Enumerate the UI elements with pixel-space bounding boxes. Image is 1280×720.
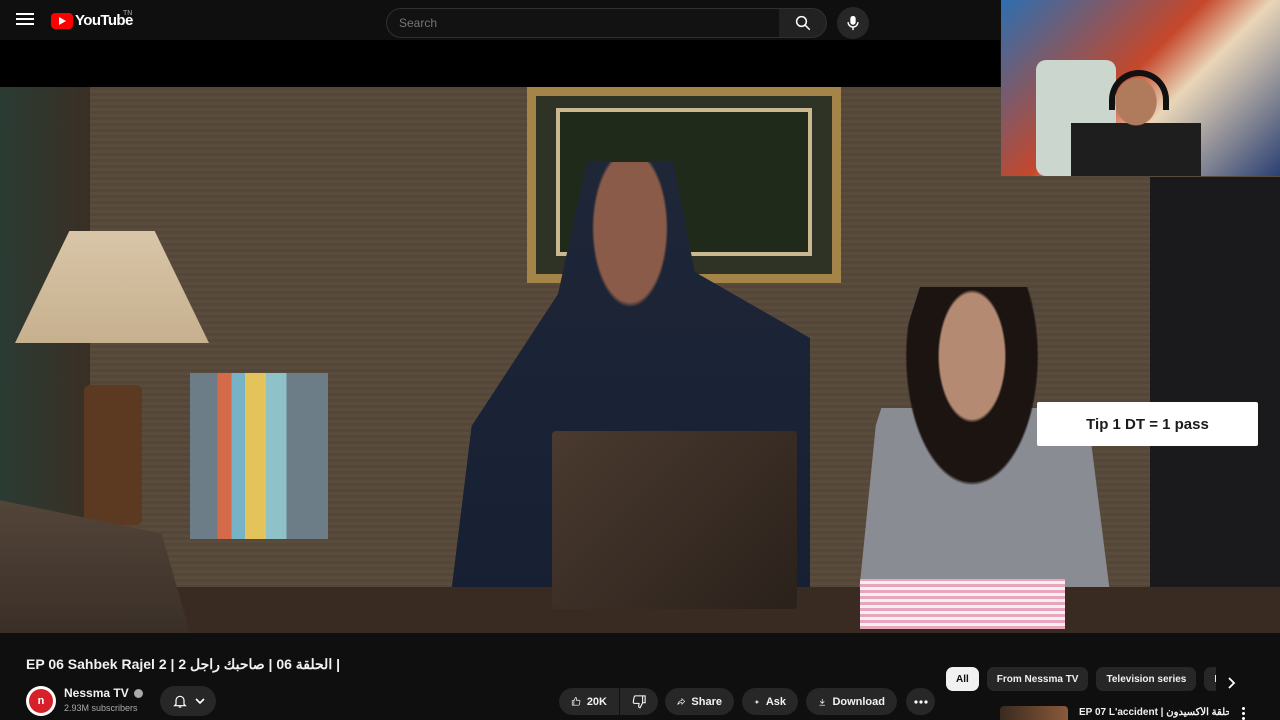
notifications-button[interactable] [160, 686, 216, 716]
chips-next-button[interactable] [1220, 672, 1242, 694]
share-icon [677, 697, 686, 706]
video-title: EP 06 Sahbek Rajel 2 | الحلقة 06 | صاحبك… [26, 656, 341, 672]
thumbs-down-icon [632, 695, 646, 709]
chip-television-series[interactable]: Television series [1096, 667, 1197, 691]
search-icon [795, 15, 810, 31]
play-logo-icon [51, 12, 73, 29]
video-scene-coat [1150, 177, 1280, 607]
recommended-thumbnail[interactable] [1000, 706, 1068, 720]
logo-country-code: TN [123, 10, 133, 17]
channel-name[interactable]: Nessma TV [64, 686, 129, 700]
video-scene-laptop [552, 431, 797, 609]
filter-chips: All From Nessma TV Television series Re [946, 667, 1216, 691]
webcam-overlay [1001, 0, 1280, 176]
download-label: Download [832, 695, 885, 708]
recommended-menu-icon[interactable] [1238, 707, 1248, 720]
youtube-logo[interactable]: YouTube TN [51, 10, 133, 29]
download-icon [819, 698, 826, 706]
menu-icon[interactable] [14, 10, 36, 30]
channel-avatar[interactable]: n [26, 686, 56, 716]
ask-button[interactable]: Ask [742, 688, 798, 715]
microphone-icon [847, 15, 859, 31]
bell-icon [172, 695, 187, 708]
channel-avatar-logo: n [29, 689, 53, 713]
share-button[interactable]: Share [665, 688, 734, 715]
ask-label: Ask [765, 695, 786, 708]
recommended-title[interactable]: EP 07 L'accident | الحلقة الأكسيدون [1079, 707, 1229, 718]
dislike-button[interactable] [620, 688, 658, 715]
more-actions-button[interactable] [906, 688, 935, 715]
download-button[interactable]: Download [806, 688, 897, 715]
chip-from-nessma-tv[interactable]: From Nessma TV [986, 667, 1089, 691]
verified-icon [133, 688, 143, 698]
player-top-band [0, 40, 1000, 87]
share-label: Share [691, 695, 722, 708]
chevron-down-icon [194, 698, 205, 705]
video-scene-lamp-base [84, 385, 142, 525]
chip-related[interactable]: Re [1204, 667, 1216, 691]
search-button[interactable] [779, 8, 827, 38]
chip-all[interactable]: All [946, 667, 979, 691]
voice-search-button[interactable] [837, 7, 869, 39]
channel-name-row[interactable]: Nessma TV [64, 686, 143, 700]
tip-overlay: Tip 1 DT = 1 pass [1037, 402, 1258, 446]
sparkle-icon [754, 699, 760, 704]
subscriber-count: 2.93M subscribers [64, 703, 138, 713]
more-horizontal-icon [913, 699, 928, 704]
chevron-right-icon [1228, 677, 1236, 689]
search-input[interactable] [386, 8, 780, 38]
like-button[interactable]: 20K [559, 688, 619, 715]
video-scene-papers [860, 579, 1065, 629]
thumbs-up-icon [571, 697, 581, 706]
masthead: YouTube TN [0, 0, 1000, 40]
like-count: 20K [586, 695, 607, 708]
video-scene-binders [190, 373, 328, 539]
